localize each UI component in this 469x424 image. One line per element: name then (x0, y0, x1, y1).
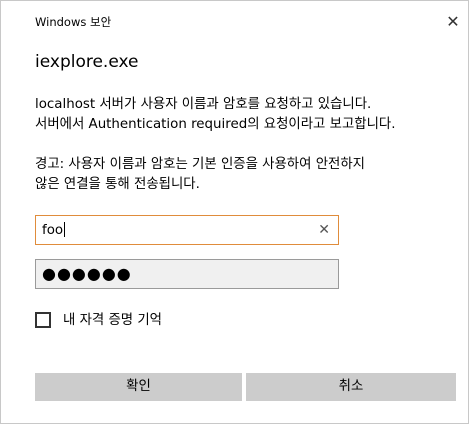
username-input[interactable]: foo ✕ (35, 215, 339, 245)
remember-credentials-label[interactable]: 내 자격 증명 기억 (63, 312, 162, 329)
security-warning: 경고: 사용자 이름과 암호는 기본 인증을 사용하여 안전하지 않은 연결을 … (35, 155, 455, 195)
ok-button[interactable]: 확인 (35, 373, 242, 401)
password-masked-value: ●●●●●● (42, 264, 132, 283)
server-message-line1: localhost 서버가 사용자 이름과 암호를 요청하고 있습니다. (35, 97, 372, 112)
app-name: iexplore.exe (35, 52, 139, 72)
security-warning-line1: 경고: 사용자 이름과 암호는 기본 인증을 사용하여 안전하지 (35, 157, 365, 172)
cancel-button[interactable]: 취소 (246, 373, 456, 401)
remember-credentials-checkbox[interactable] (35, 312, 51, 328)
server-message: localhost 서버가 사용자 이름과 암호를 요청하고 있습니다. 서버에… (35, 95, 455, 135)
server-message-line2: 서버에서 Authentication required의 요청이라고 보고합니… (35, 117, 396, 132)
security-warning-line2: 않은 연결을 통해 전송됩니다. (35, 177, 200, 192)
button-footer: 확인 취소 (1, 361, 468, 423)
text-caret (64, 222, 66, 237)
username-text: foo (42, 223, 64, 238)
titlebar: Windows 보안 ✕ (1, 1, 468, 41)
password-input[interactable]: ●●●●●● (35, 259, 339, 289)
windows-security-dialog: Windows 보안 ✕ iexplore.exe localhost 서버가 … (0, 0, 469, 424)
clear-icon[interactable]: ✕ (318, 221, 330, 239)
close-icon[interactable]: ✕ (444, 13, 462, 31)
username-value: foo (42, 222, 66, 239)
dialog-title: Windows 보안 (35, 15, 112, 29)
